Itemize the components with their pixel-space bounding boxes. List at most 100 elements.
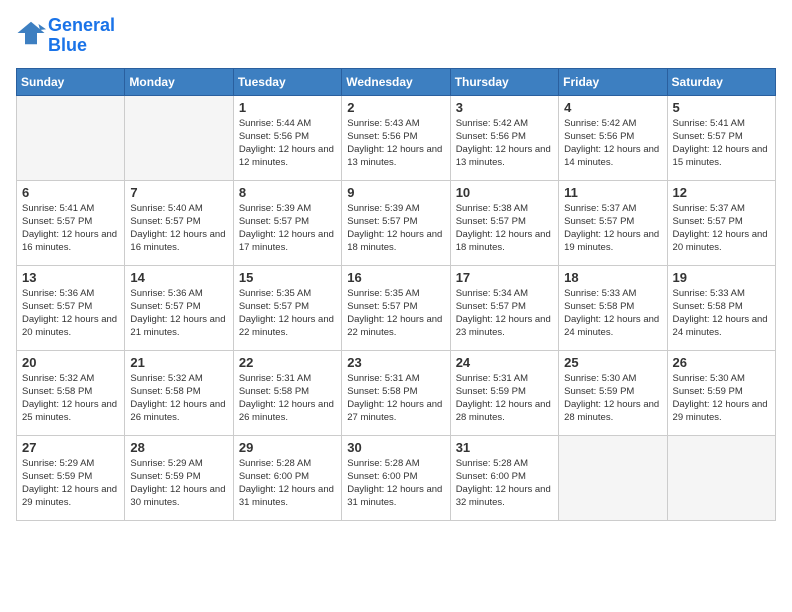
calendar-week-row: 6 Sunrise: 5:41 AM Sunset: 5:57 PM Daylig… [17, 180, 776, 265]
day-number: 10 [456, 185, 553, 200]
day-info: Sunrise: 5:30 AM Sunset: 5:59 PM Dayligh… [673, 372, 770, 425]
day-number: 1 [239, 100, 336, 115]
day-info: Sunrise: 5:36 AM Sunset: 5:57 PM Dayligh… [130, 287, 227, 340]
day-number: 8 [239, 185, 336, 200]
day-number: 3 [456, 100, 553, 115]
day-info: Sunrise: 5:42 AM Sunset: 5:56 PM Dayligh… [564, 117, 661, 170]
day-info: Sunrise: 5:37 AM Sunset: 5:57 PM Dayligh… [564, 202, 661, 255]
calendar-day-cell: 26 Sunrise: 5:30 AM Sunset: 5:59 PM Dayli… [667, 350, 775, 435]
day-number: 25 [564, 355, 661, 370]
weekday-cell: Saturday [667, 68, 775, 95]
day-info: Sunrise: 5:42 AM Sunset: 5:56 PM Dayligh… [456, 117, 553, 170]
day-number: 17 [456, 270, 553, 285]
day-info: Sunrise: 5:38 AM Sunset: 5:57 PM Dayligh… [456, 202, 553, 255]
day-info: Sunrise: 5:28 AM Sunset: 6:00 PM Dayligh… [456, 457, 553, 510]
day-info: Sunrise: 5:29 AM Sunset: 5:59 PM Dayligh… [130, 457, 227, 510]
day-info: Sunrise: 5:31 AM Sunset: 5:58 PM Dayligh… [347, 372, 444, 425]
day-number: 4 [564, 100, 661, 115]
page-header: GeneralBlue [16, 16, 776, 56]
day-info: Sunrise: 5:36 AM Sunset: 5:57 PM Dayligh… [22, 287, 119, 340]
day-number: 12 [673, 185, 770, 200]
day-number: 14 [130, 270, 227, 285]
calendar-day-cell: 6 Sunrise: 5:41 AM Sunset: 5:57 PM Daylig… [17, 180, 125, 265]
day-info: Sunrise: 5:31 AM Sunset: 5:58 PM Dayligh… [239, 372, 336, 425]
calendar-day-cell: 13Sunrise: 5:36 AM Sunset: 5:57 PM Dayli… [17, 265, 125, 350]
day-number: 28 [130, 440, 227, 455]
day-number: 11 [564, 185, 661, 200]
calendar-day-cell: 11 Sunrise: 5:37 AM Sunset: 5:57 PM Dayli… [559, 180, 667, 265]
calendar-day-cell: 17 Sunrise: 5:34 AM Sunset: 5:57 PM Dayli… [450, 265, 558, 350]
calendar-day-cell [667, 435, 775, 520]
calendar-week-row: 20 Sunrise: 5:32 AM Sunset: 5:58 PM Dayli… [17, 350, 776, 435]
weekday-header-row: SundayMondayTuesdayWednesdayThursdayFrid… [17, 68, 776, 95]
weekday-cell: Tuesday [233, 68, 341, 95]
day-info: Sunrise: 5:40 AM Sunset: 5:57 PM Dayligh… [130, 202, 227, 255]
day-info: Sunrise: 5:28 AM Sunset: 6:00 PM Dayligh… [347, 457, 444, 510]
day-number: 9 [347, 185, 444, 200]
day-number: 20 [22, 355, 119, 370]
calendar-day-cell: 5 Sunrise: 5:41 AM Sunset: 5:57 PM Daylig… [667, 95, 775, 180]
day-info: Sunrise: 5:32 AM Sunset: 5:58 PM Dayligh… [22, 372, 119, 425]
calendar-day-cell: 9 Sunrise: 5:39 AM Sunset: 5:57 PM Daylig… [342, 180, 450, 265]
day-number: 19 [673, 270, 770, 285]
day-number: 6 [22, 185, 119, 200]
day-info: Sunrise: 5:28 AM Sunset: 6:00 PM Dayligh… [239, 457, 336, 510]
weekday-cell: Sunday [17, 68, 125, 95]
calendar-day-cell: 3 Sunrise: 5:42 AM Sunset: 5:56 PM Daylig… [450, 95, 558, 180]
calendar-day-cell: 19 Sunrise: 5:33 AM Sunset: 5:58 PM Dayli… [667, 265, 775, 350]
day-info: Sunrise: 5:34 AM Sunset: 5:57 PM Dayligh… [456, 287, 553, 340]
calendar-day-cell: 10 Sunrise: 5:38 AM Sunset: 5:57 PM Dayli… [450, 180, 558, 265]
calendar-day-cell [559, 435, 667, 520]
day-number: 16 [347, 270, 444, 285]
calendar-day-cell: 27 Sunrise: 5:29 AM Sunset: 5:59 PM Dayli… [17, 435, 125, 520]
day-number: 30 [347, 440, 444, 455]
calendar-day-cell: 7 Sunrise: 5:40 AM Sunset: 5:57 PM Daylig… [125, 180, 233, 265]
day-info: Sunrise: 5:39 AM Sunset: 5:57 PM Dayligh… [239, 202, 336, 255]
day-info: Sunrise: 5:44 AM Sunset: 5:56 PM Dayligh… [239, 117, 336, 170]
day-number: 24 [456, 355, 553, 370]
calendar-day-cell: 25 Sunrise: 5:30 AM Sunset: 5:59 PM Dayli… [559, 350, 667, 435]
day-info: Sunrise: 5:43 AM Sunset: 5:56 PM Dayligh… [347, 117, 444, 170]
day-info: Sunrise: 5:33 AM Sunset: 5:58 PM Dayligh… [564, 287, 661, 340]
day-number: 5 [673, 100, 770, 115]
day-number: 15 [239, 270, 336, 285]
day-info: Sunrise: 5:39 AM Sunset: 5:57 PM Dayligh… [347, 202, 444, 255]
day-info: Sunrise: 5:37 AM Sunset: 5:57 PM Dayligh… [673, 202, 770, 255]
weekday-cell: Thursday [450, 68, 558, 95]
calendar-week-row: 13Sunrise: 5:36 AM Sunset: 5:57 PM Dayli… [17, 265, 776, 350]
day-info: Sunrise: 5:29 AM Sunset: 5:59 PM Dayligh… [22, 457, 119, 510]
day-info: Sunrise: 5:41 AM Sunset: 5:57 PM Dayligh… [673, 117, 770, 170]
calendar-day-cell: 1 Sunrise: 5:44 AM Sunset: 5:56 PM Daylig… [233, 95, 341, 180]
calendar-day-cell: 29 Sunrise: 5:28 AM Sunset: 6:00 PM Dayli… [233, 435, 341, 520]
calendar-day-cell: 31 Sunrise: 5:28 AM Sunset: 6:00 PM Dayli… [450, 435, 558, 520]
day-info: Sunrise: 5:30 AM Sunset: 5:59 PM Dayligh… [564, 372, 661, 425]
calendar-day-cell: 15Sunrise: 5:35 AM Sunset: 5:57 PM Dayli… [233, 265, 341, 350]
day-info: Sunrise: 5:31 AM Sunset: 5:59 PM Dayligh… [456, 372, 553, 425]
day-info: Sunrise: 5:32 AM Sunset: 5:58 PM Dayligh… [130, 372, 227, 425]
calendar-day-cell: 28 Sunrise: 5:29 AM Sunset: 5:59 PM Dayli… [125, 435, 233, 520]
logo-text: GeneralBlue [48, 16, 115, 56]
day-number: 18 [564, 270, 661, 285]
day-info: Sunrise: 5:41 AM Sunset: 5:57 PM Dayligh… [22, 202, 119, 255]
calendar-day-cell: 23 Sunrise: 5:31 AM Sunset: 5:58 PM Dayli… [342, 350, 450, 435]
weekday-cell: Wednesday [342, 68, 450, 95]
calendar-day-cell: 24 Sunrise: 5:31 AM Sunset: 5:59 PM Dayli… [450, 350, 558, 435]
logo-icon [16, 18, 46, 48]
day-number: 27 [22, 440, 119, 455]
day-number: 7 [130, 185, 227, 200]
calendar-day-cell [17, 95, 125, 180]
weekday-cell: Friday [559, 68, 667, 95]
calendar-day-cell: 12 Sunrise: 5:37 AM Sunset: 5:57 PM Dayli… [667, 180, 775, 265]
calendar-day-cell: 21Sunrise: 5:32 AM Sunset: 5:58 PM Dayli… [125, 350, 233, 435]
calendar-day-cell: 4 Sunrise: 5:42 AM Sunset: 5:56 PM Daylig… [559, 95, 667, 180]
calendar-table: SundayMondayTuesdayWednesdayThursdayFrid… [16, 68, 776, 521]
day-number: 31 [456, 440, 553, 455]
calendar-week-row: 1 Sunrise: 5:44 AM Sunset: 5:56 PM Daylig… [17, 95, 776, 180]
calendar-day-cell [125, 95, 233, 180]
weekday-cell: Monday [125, 68, 233, 95]
calendar-day-cell: 30 Sunrise: 5:28 AM Sunset: 6:00 PM Dayli… [342, 435, 450, 520]
day-number: 26 [673, 355, 770, 370]
day-number: 23 [347, 355, 444, 370]
day-number: 29 [239, 440, 336, 455]
day-info: Sunrise: 5:33 AM Sunset: 5:58 PM Dayligh… [673, 287, 770, 340]
